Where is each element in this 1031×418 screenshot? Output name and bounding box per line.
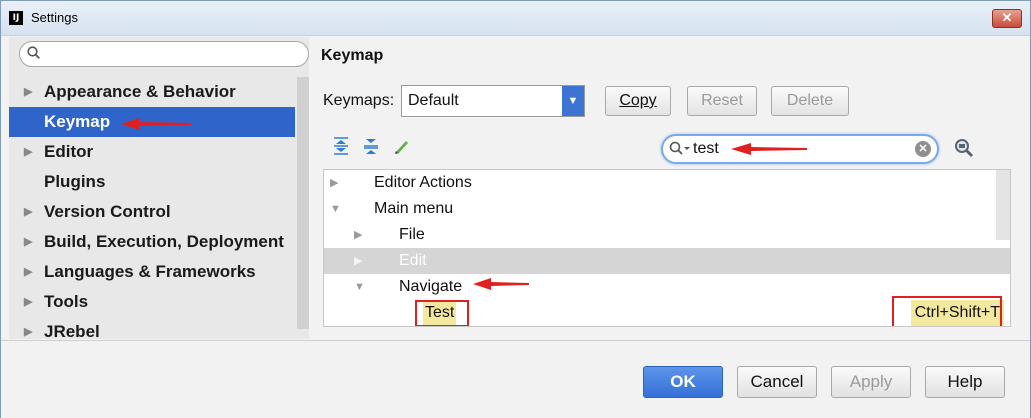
- collapsed-arrow-icon[interactable]: ▶: [330, 170, 338, 196]
- keymap-panel: Keymap Keymaps: Default ▼ Copy Reset Del…: [311, 37, 1024, 339]
- keymaps-label: Keymaps:: [323, 92, 395, 109]
- copy-button[interactable]: Copy: [605, 86, 671, 116]
- tree-node-label: File: [399, 226, 425, 243]
- sidebar-item-label: Build, Execution, Deployment: [44, 232, 284, 251]
- sidebar-item-appearance-behavior[interactable]: ▶ Appearance & Behavior: [9, 77, 295, 107]
- search-icon: [669, 141, 690, 155]
- tree-node-label: Edit: [399, 252, 427, 269]
- collapse-all-icon[interactable]: [361, 137, 381, 159]
- search-input-value: test: [693, 140, 719, 157]
- sidebar-item-tools[interactable]: ▶ Tools: [9, 287, 295, 317]
- apply-button[interactable]: Apply: [831, 366, 911, 398]
- sidebar-item-label: Appearance & Behavior: [44, 82, 236, 101]
- sidebar-item-label: Tools: [44, 292, 89, 311]
- help-button[interactable]: Help: [925, 366, 1005, 398]
- window-title: Settings: [31, 10, 78, 25]
- annotation-box: [415, 300, 469, 326]
- expand-arrow-icon[interactable]: ▶: [24, 77, 32, 107]
- expand-arrow-icon[interactable]: ▶: [24, 227, 32, 257]
- tree-node-label: Editor Actions: [374, 174, 472, 191]
- expanded-arrow-icon[interactable]: ▼: [354, 274, 365, 300]
- sidebar-item-build-execution-deployment[interactable]: ▶ Build, Execution, Deployment: [9, 227, 295, 257]
- annotation-box: [892, 296, 1002, 326]
- search-icon: [27, 46, 40, 59]
- chevron-down-icon[interactable]: ▼: [562, 86, 584, 116]
- keymap-select-value: Default: [408, 92, 459, 109]
- keymap-select[interactable]: Default ▼: [401, 85, 585, 117]
- cancel-button[interactable]: Cancel: [737, 366, 817, 398]
- sidebar-item-version-control[interactable]: ▶ Version Control: [9, 197, 295, 227]
- dialog-footer: OK Cancel Apply Help: [1, 340, 1030, 418]
- sidebar-item-label: Keymap: [44, 112, 111, 131]
- settings-window: IJ Settings ✕ ▶ Appearance & Behavior Key…: [0, 0, 1031, 418]
- close-window-button[interactable]: ✕: [992, 9, 1022, 28]
- sidebar-item-label: Languages & Frameworks: [44, 262, 256, 281]
- tree-node-editor-actions[interactable]: ▶ Editor Actions: [324, 170, 996, 196]
- edit-pencil-icon[interactable]: [391, 137, 411, 159]
- clear-search-icon[interactable]: ✕: [915, 141, 931, 157]
- reset-button[interactable]: Reset: [687, 86, 757, 116]
- ok-button[interactable]: OK: [643, 366, 723, 398]
- expand-arrow-icon[interactable]: ▶: [24, 287, 32, 317]
- annotation-arrow: [121, 118, 191, 130]
- app-logo-icon: IJ: [9, 11, 23, 25]
- sidebar-scrollbar[interactable]: [297, 77, 309, 329]
- annotation-arrow: [473, 278, 529, 290]
- expand-arrow-icon[interactable]: ▶: [24, 197, 32, 227]
- expand-arrow-icon[interactable]: ▶: [24, 137, 32, 167]
- expanded-arrow-icon[interactable]: ▼: [330, 196, 341, 222]
- tree-node-file[interactable]: ▶ File: [324, 222, 996, 248]
- sidebar-item-label: JRebel: [44, 322, 100, 341]
- tree-node-label: Navigate: [399, 278, 463, 295]
- tree-node-label: Main menu: [374, 200, 454, 217]
- page-title: Keymap: [321, 47, 384, 64]
- tree-node-main-menu[interactable]: ▼ Main menu: [324, 196, 996, 222]
- sidebar-item-editor[interactable]: ▶ Editor: [9, 137, 295, 167]
- find-by-shortcut-icon[interactable]: [953, 137, 975, 164]
- copy-button-label: Copy: [619, 92, 657, 109]
- expand-all-icon[interactable]: [331, 137, 351, 159]
- title-bar: IJ Settings ✕: [1, 1, 1030, 36]
- sidebar-item-label: Editor: [44, 142, 94, 161]
- sidebar-item-label: Plugins: [44, 172, 106, 191]
- keymap-actions-tree: ▶ Editor Actions ▼ Main menu ▶ File ▶ Ed…: [323, 169, 1011, 327]
- settings-search-input[interactable]: [19, 41, 309, 67]
- expand-arrow-icon[interactable]: ▶: [24, 257, 32, 287]
- collapsed-arrow-icon[interactable]: ▶: [354, 222, 362, 248]
- tree-node-edit[interactable]: ▶ Edit: [324, 248, 1010, 274]
- sidebar-item-languages-frameworks[interactable]: ▶ Languages & Frameworks: [9, 257, 295, 287]
- annotation-arrow: [731, 143, 807, 155]
- sidebar-item-label: Version Control: [44, 202, 171, 221]
- sidebar-item-plugins[interactable]: Plugins: [9, 167, 295, 197]
- delete-button[interactable]: Delete: [771, 86, 849, 116]
- tree-scrollbar[interactable]: [996, 170, 1010, 240]
- collapsed-arrow-icon[interactable]: ▶: [354, 248, 362, 274]
- settings-sidebar: ▶ Appearance & Behavior Keymap ▶ Editor Pl…: [9, 37, 309, 341]
